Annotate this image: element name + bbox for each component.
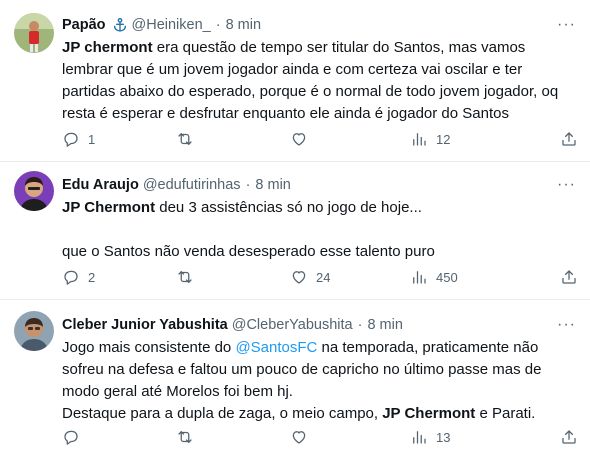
tweet-feed: Papão @Heiniken_ · 8 min JP chermont era… [0, 0, 590, 459]
views-button[interactable]: 12 [410, 130, 450, 148]
bold-text: JP Chermont [382, 405, 476, 422]
reply-button[interactable]: 2 [62, 268, 95, 286]
author-handle[interactable]: @edufutirinhas [143, 177, 241, 193]
author-name[interactable]: Edu Araujo [62, 177, 139, 193]
share-button[interactable] [560, 268, 578, 286]
avatar[interactable] [14, 171, 54, 211]
retweet-icon [178, 431, 192, 443]
heart-icon [292, 431, 306, 444]
views-count: 12 [436, 131, 451, 147]
text-segment: e Parati. [475, 405, 536, 422]
retweet-button[interactable] [176, 130, 202, 148]
share-icon [562, 270, 576, 284]
mention-link[interactable]: @SantosFC [235, 339, 317, 356]
text-segment: que o Santos não venda desesperado esse … [62, 243, 435, 260]
share-icon [562, 132, 576, 146]
tweet[interactable]: Papão @Heiniken_ · 8 min JP chermont era… [0, 0, 590, 162]
author-handle[interactable]: @Heiniken_ [132, 17, 211, 33]
views-count: 13 [436, 429, 451, 445]
views-icon [413, 431, 426, 444]
more-options-icon[interactable]: ··· [557, 177, 576, 193]
views-count: 450 [436, 269, 458, 285]
tweet-text: Jogo mais consistente do @SantosFC na te… [62, 337, 576, 425]
retweet-button[interactable] [176, 268, 202, 286]
timestamp[interactable]: 8 min [367, 317, 402, 333]
timestamp[interactable]: 8 min [255, 177, 290, 193]
separator-dot: · [215, 17, 221, 33]
more-options-icon[interactable]: ··· [557, 17, 576, 33]
text-segment: Destaque para a dupla de zaga, o meio ca… [62, 405, 383, 422]
retweet-icon [178, 271, 192, 283]
tweet[interactable]: Edu Araujo @edufutirinhas · 8 min JP Che… [0, 162, 590, 300]
author-handle[interactable]: @CleberYabushita [232, 317, 353, 333]
tweet-text: JP Chermont deu 3 assistências só no jog… [62, 197, 576, 263]
reply-icon [64, 270, 78, 285]
tweet-paragraph: que o Santos não venda desesperado esse … [62, 241, 576, 263]
tweet-paragraph [62, 219, 576, 241]
heart-icon [292, 271, 306, 284]
views-icon [413, 271, 426, 284]
text-segment: deu 3 assistências só no jogo de hoje... [155, 199, 422, 216]
like-button[interactable] [290, 428, 316, 446]
author-name[interactable]: Cleber Junior Yabushita [62, 317, 228, 333]
timestamp[interactable]: 8 min [226, 17, 261, 33]
heart-icon [292, 133, 306, 146]
tweet-paragraph: Destaque para a dupla de zaga, o meio ca… [62, 403, 576, 425]
like-count: 24 [316, 269, 331, 285]
like-button[interactable] [290, 130, 316, 148]
retweet-icon [178, 133, 192, 145]
author-name[interactable]: Papão [62, 17, 106, 33]
reply-count: 2 [88, 269, 96, 285]
bold-text: JP chermont [62, 39, 153, 56]
reply-count: 1 [88, 131, 96, 147]
tweet-actions: 13 [62, 427, 576, 447]
tweet-paragraph: JP Chermont deu 3 assistências só no jog… [62, 197, 576, 219]
views-button[interactable]: 13 [410, 428, 450, 446]
tweet-paragraph: JP chermont era questão de tempo ser tit… [62, 37, 576, 125]
avatar[interactable] [14, 13, 54, 53]
avatar[interactable] [14, 311, 54, 351]
bold-text: JP Chermont [62, 199, 156, 216]
share-button[interactable] [560, 428, 578, 446]
share-icon [562, 430, 576, 444]
reply-icon [64, 430, 78, 445]
share-button[interactable] [560, 130, 578, 148]
like-button[interactable]: 24 [290, 268, 330, 286]
reply-button[interactable]: 1 [62, 130, 95, 148]
reply-icon [64, 132, 78, 147]
tweet[interactable]: Cleber Junior Yabushita @CleberYabushita… [0, 300, 590, 459]
separator-dot: · [245, 177, 251, 193]
tweet-paragraph: Jogo mais consistente do @SantosFC na te… [62, 337, 576, 403]
more-options-icon[interactable]: ··· [557, 317, 576, 333]
tweet-actions: 2 24 450 [62, 267, 576, 287]
text-segment: Jogo mais consistente do [62, 339, 236, 356]
retweet-button[interactable] [176, 428, 202, 446]
views-icon [413, 133, 426, 146]
reply-button[interactable] [62, 428, 88, 446]
tweet-text: JP chermont era questão de tempo ser tit… [62, 37, 576, 125]
views-button[interactable]: 450 [410, 268, 458, 286]
tweet-actions: 1 12 [62, 129, 576, 149]
anchor-icon [112, 17, 128, 33]
separator-dot: · [357, 317, 363, 333]
